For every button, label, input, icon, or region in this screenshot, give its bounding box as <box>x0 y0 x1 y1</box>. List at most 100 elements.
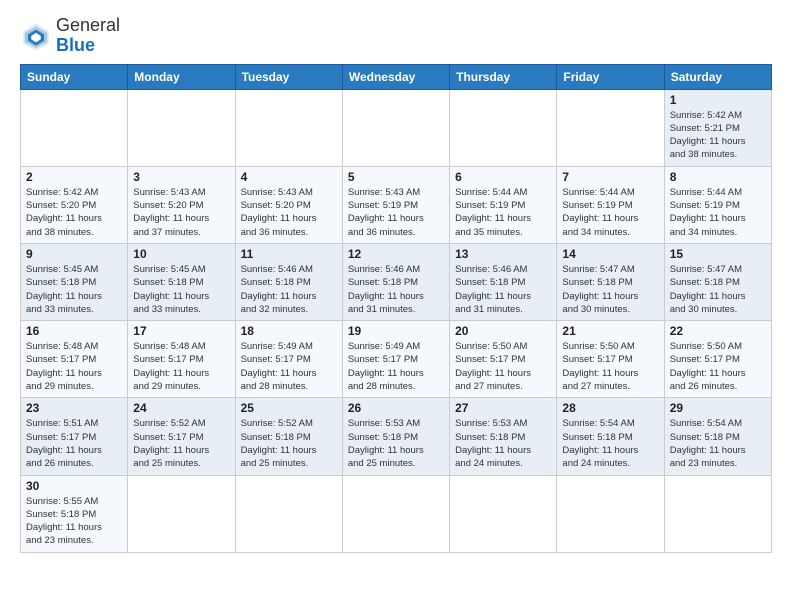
day-number: 7 <box>562 170 658 184</box>
day-info: Sunrise: 5:45 AM Sunset: 5:18 PM Dayligh… <box>26 263 122 316</box>
day-number: 21 <box>562 324 658 338</box>
day-info: Sunrise: 5:54 AM Sunset: 5:18 PM Dayligh… <box>670 417 766 470</box>
day-number: 16 <box>26 324 122 338</box>
day-info: Sunrise: 5:48 AM Sunset: 5:17 PM Dayligh… <box>133 340 229 393</box>
logo: General Blue <box>20 16 120 56</box>
calendar-cell <box>557 475 664 552</box>
calendar-cell: 27Sunrise: 5:53 AM Sunset: 5:18 PM Dayli… <box>450 398 557 475</box>
calendar-week-5: 23Sunrise: 5:51 AM Sunset: 5:17 PM Dayli… <box>21 398 772 475</box>
day-info: Sunrise: 5:43 AM Sunset: 5:20 PM Dayligh… <box>133 186 229 239</box>
day-number: 27 <box>455 401 551 415</box>
day-number: 28 <box>562 401 658 415</box>
calendar-cell: 26 Sunrise: 5:53 AM Sunset: 5:18 PM Dayli… <box>342 398 449 475</box>
calendar-cell: 16 Sunrise: 5:48 AM Sunset: 5:17 PM Dayli… <box>21 321 128 398</box>
calendar-cell <box>21 89 128 166</box>
day-number: 8 <box>670 170 766 184</box>
calendar-week-1: 1Sunrise: 5:42 AM Sunset: 5:21 PM Daylig… <box>21 89 772 166</box>
calendar-cell: 21 Sunrise: 5:50 AM Sunset: 5:17 PM Dayli… <box>557 321 664 398</box>
weekday-header-row: SundayMondayTuesdayWednesdayThursdayFrid… <box>21 64 772 89</box>
calendar-cell <box>342 89 449 166</box>
day-info: Sunrise: 5:48 AM Sunset: 5:17 PM Dayligh… <box>26 340 122 393</box>
calendar-cell <box>664 475 771 552</box>
calendar-cell: 29Sunrise: 5:54 AM Sunset: 5:18 PM Dayli… <box>664 398 771 475</box>
weekday-header-sunday: Sunday <box>21 64 128 89</box>
calendar-week-6: 30Sunrise: 5:55 AM Sunset: 5:18 PM Dayli… <box>21 475 772 552</box>
calendar-cell: 22 Sunrise: 5:50 AM Sunset: 5:17 PM Dayli… <box>664 321 771 398</box>
day-info: Sunrise: 5:47 AM Sunset: 5:18 PM Dayligh… <box>670 263 766 316</box>
calendar-cell: 11 Sunrise: 5:46 AM Sunset: 5:18 PM Dayli… <box>235 243 342 320</box>
page: General Blue SundayMondayTuesdayWednesda… <box>0 0 792 612</box>
calendar-cell: 10Sunrise: 5:45 AM Sunset: 5:18 PM Dayli… <box>128 243 235 320</box>
day-number: 10 <box>133 247 229 261</box>
calendar-cell: 6Sunrise: 5:44 AM Sunset: 5:19 PM Daylig… <box>450 166 557 243</box>
weekday-header-monday: Monday <box>128 64 235 89</box>
calendar-cell <box>450 89 557 166</box>
day-info: Sunrise: 5:50 AM Sunset: 5:17 PM Dayligh… <box>670 340 766 393</box>
calendar-cell <box>235 475 342 552</box>
calendar-cell <box>128 475 235 552</box>
day-number: 3 <box>133 170 229 184</box>
calendar-cell: 1Sunrise: 5:42 AM Sunset: 5:21 PM Daylig… <box>664 89 771 166</box>
calendar-week-4: 16 Sunrise: 5:48 AM Sunset: 5:17 PM Dayli… <box>21 321 772 398</box>
day-number: 2 <box>26 170 122 184</box>
calendar-cell: 7Sunrise: 5:44 AM Sunset: 5:19 PM Daylig… <box>557 166 664 243</box>
day-info: Sunrise: 5:42 AM Sunset: 5:20 PM Dayligh… <box>26 186 122 239</box>
day-info: Sunrise: 5:46 AM Sunset: 5:18 PM Dayligh… <box>348 263 444 316</box>
calendar-cell: 14 Sunrise: 5:47 AM Sunset: 5:18 PM Dayli… <box>557 243 664 320</box>
day-info: Sunrise: 5:53 AM Sunset: 5:18 PM Dayligh… <box>348 417 444 470</box>
calendar-cell <box>450 475 557 552</box>
day-number: 22 <box>670 324 766 338</box>
calendar-cell: 15 Sunrise: 5:47 AM Sunset: 5:18 PM Dayli… <box>664 243 771 320</box>
day-info: Sunrise: 5:43 AM Sunset: 5:20 PM Dayligh… <box>241 186 337 239</box>
day-info: Sunrise: 5:50 AM Sunset: 5:17 PM Dayligh… <box>455 340 551 393</box>
logo-text: General Blue <box>56 16 120 56</box>
day-info: Sunrise: 5:46 AM Sunset: 5:18 PM Dayligh… <box>241 263 337 316</box>
calendar-cell: 2 Sunrise: 5:42 AM Sunset: 5:20 PM Daylig… <box>21 166 128 243</box>
calendar-cell: 19Sunrise: 5:49 AM Sunset: 5:17 PM Dayli… <box>342 321 449 398</box>
calendar-cell: 12 Sunrise: 5:46 AM Sunset: 5:18 PM Dayli… <box>342 243 449 320</box>
day-number: 20 <box>455 324 551 338</box>
day-info: Sunrise: 5:52 AM Sunset: 5:18 PM Dayligh… <box>241 417 337 470</box>
calendar-week-2: 2 Sunrise: 5:42 AM Sunset: 5:20 PM Daylig… <box>21 166 772 243</box>
day-number: 19 <box>348 324 444 338</box>
day-number: 11 <box>241 247 337 261</box>
calendar-cell: 17Sunrise: 5:48 AM Sunset: 5:17 PM Dayli… <box>128 321 235 398</box>
day-number: 14 <box>562 247 658 261</box>
weekday-header-tuesday: Tuesday <box>235 64 342 89</box>
weekday-header-friday: Friday <box>557 64 664 89</box>
header: General Blue <box>20 16 772 56</box>
day-info: Sunrise: 5:52 AM Sunset: 5:17 PM Dayligh… <box>133 417 229 470</box>
calendar-cell: 24 Sunrise: 5:52 AM Sunset: 5:17 PM Dayli… <box>128 398 235 475</box>
calendar-cell: 25 Sunrise: 5:52 AM Sunset: 5:18 PM Dayli… <box>235 398 342 475</box>
weekday-header-thursday: Thursday <box>450 64 557 89</box>
day-info: Sunrise: 5:47 AM Sunset: 5:18 PM Dayligh… <box>562 263 658 316</box>
day-info: Sunrise: 5:43 AM Sunset: 5:19 PM Dayligh… <box>348 186 444 239</box>
day-number: 12 <box>348 247 444 261</box>
day-info: Sunrise: 5:50 AM Sunset: 5:17 PM Dayligh… <box>562 340 658 393</box>
calendar-cell <box>557 89 664 166</box>
day-number: 1 <box>670 93 766 107</box>
weekday-header-saturday: Saturday <box>664 64 771 89</box>
calendar-cell: 28 Sunrise: 5:54 AM Sunset: 5:18 PM Dayli… <box>557 398 664 475</box>
day-number: 25 <box>241 401 337 415</box>
day-info: Sunrise: 5:44 AM Sunset: 5:19 PM Dayligh… <box>455 186 551 239</box>
day-info: Sunrise: 5:55 AM Sunset: 5:18 PM Dayligh… <box>26 495 122 548</box>
calendar-cell: 9 Sunrise: 5:45 AM Sunset: 5:18 PM Daylig… <box>21 243 128 320</box>
day-info: Sunrise: 5:44 AM Sunset: 5:19 PM Dayligh… <box>670 186 766 239</box>
day-number: 26 <box>348 401 444 415</box>
calendar-cell: 3 Sunrise: 5:43 AM Sunset: 5:20 PM Daylig… <box>128 166 235 243</box>
day-number: 9 <box>26 247 122 261</box>
calendar-cell: 20 Sunrise: 5:50 AM Sunset: 5:17 PM Dayli… <box>450 321 557 398</box>
day-info: Sunrise: 5:54 AM Sunset: 5:18 PM Dayligh… <box>562 417 658 470</box>
day-number: 15 <box>670 247 766 261</box>
calendar-cell <box>235 89 342 166</box>
day-number: 13 <box>455 247 551 261</box>
day-number: 24 <box>133 401 229 415</box>
day-info: Sunrise: 5:46 AM Sunset: 5:18 PM Dayligh… <box>455 263 551 316</box>
day-number: 5 <box>348 170 444 184</box>
calendar-cell: 23Sunrise: 5:51 AM Sunset: 5:17 PM Dayli… <box>21 398 128 475</box>
calendar-cell: 5 Sunrise: 5:43 AM Sunset: 5:19 PM Daylig… <box>342 166 449 243</box>
day-number: 4 <box>241 170 337 184</box>
calendar-cell <box>342 475 449 552</box>
day-number: 23 <box>26 401 122 415</box>
